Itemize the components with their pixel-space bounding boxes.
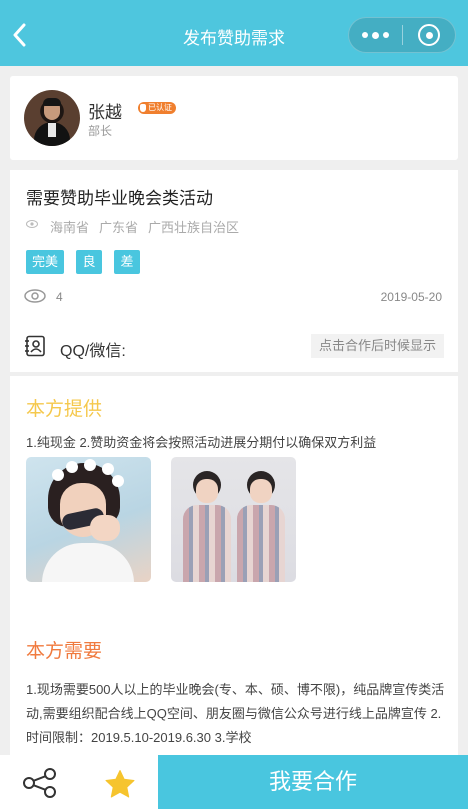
- tag: 完美: [26, 250, 65, 274]
- contact-label: QQ/微信:: [60, 343, 126, 360]
- user-card[interactable]: 张越 已认证 部长: [10, 76, 458, 160]
- photo-body: [42, 543, 134, 582]
- verified-badge: 已认证: [138, 102, 176, 114]
- mini-program-capsule: [348, 17, 456, 53]
- person-face: [196, 479, 218, 503]
- tag-list: 完美 良 差: [26, 250, 141, 274]
- user-role: 部长: [88, 124, 113, 138]
- photo-thumbnail[interactable]: [26, 457, 151, 582]
- person-coat: [183, 505, 231, 582]
- star-icon[interactable]: [104, 769, 136, 799]
- publish-date: 2019-05-20: [380, 290, 442, 304]
- tag: 差: [114, 250, 141, 274]
- provide-text: 1.纯现金 2.赞助资金将会按照活动进展分期付以确保双方利益: [26, 435, 377, 450]
- user-name: 张越: [88, 103, 122, 122]
- photo-hand: [90, 515, 120, 541]
- tag: 良: [76, 250, 103, 274]
- eye-icon: [24, 289, 46, 303]
- contact-card-icon: [25, 335, 45, 357]
- location-item: 海南省: [50, 220, 90, 235]
- request-title: 需要赞助毕业晚会类活动: [26, 189, 213, 208]
- more-button[interactable]: [349, 18, 402, 52]
- location-item: 广东省: [99, 220, 139, 235]
- flower: [66, 461, 78, 473]
- detail-card: 本方提供 1.纯现金 2.赞助资金将会按照活动进展分期付以确保双方利益 本方需要…: [10, 376, 458, 766]
- location-list: 海南省 广东省 广西壮族自治区: [50, 217, 239, 236]
- avatar-hair: [43, 98, 61, 106]
- eye-outline-icon: [26, 220, 38, 228]
- photo-thumbnail[interactable]: [171, 457, 296, 582]
- person-face: [250, 479, 272, 503]
- avatar[interactable]: [24, 90, 80, 146]
- person: [183, 471, 231, 582]
- need-heading: 本方需要: [26, 641, 103, 662]
- close-button[interactable]: [403, 24, 455, 46]
- flower: [102, 463, 114, 475]
- more-dots-icon: [362, 32, 368, 38]
- nav-bar: 发布赞助需求: [0, 0, 468, 66]
- target-dot: [425, 31, 433, 39]
- need-text: 1.现场需要500人以上的毕业晚会(专、本、硕、博不限)，纯品牌宣传类活动,需要…: [26, 682, 445, 745]
- person: [237, 471, 285, 582]
- cooperate-button[interactable]: 我要合作: [158, 755, 468, 809]
- request-info-card: 需要赞助毕业晚会类活动 海南省 广东省 广西壮族自治区 完美 良 差 4 201…: [10, 170, 458, 372]
- target-circle-icon: [418, 24, 440, 46]
- flower: [112, 475, 124, 487]
- flower: [52, 469, 64, 481]
- contact-hint: 点击合作后时候显示: [310, 334, 444, 358]
- view-count: 4: [56, 290, 63, 304]
- more-dot: [372, 31, 379, 39]
- flower: [84, 459, 96, 471]
- share-icon[interactable]: [22, 768, 58, 798]
- avatar-shirt: [48, 123, 56, 137]
- provide-heading: 本方提供: [26, 399, 103, 420]
- location-item: 广西壮族自治区: [148, 220, 240, 235]
- bottom-action-bar: 我要合作: [0, 755, 468, 809]
- more-dot: [383, 32, 389, 38]
- person-coat: [237, 505, 285, 582]
